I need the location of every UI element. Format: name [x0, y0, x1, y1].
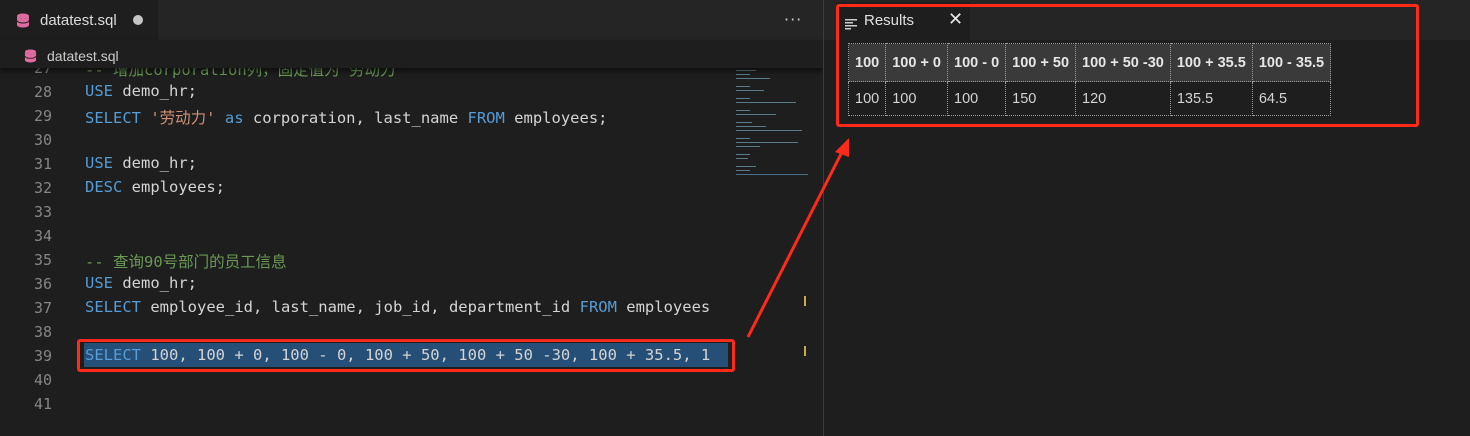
code-text: USE demo_hr;: [85, 154, 197, 172]
minimap[interactable]: [728, 68, 810, 436]
line-number: 33: [33, 203, 52, 221]
breadcrumb: datatest.sql: [0, 40, 823, 68]
code-token: demo_hr;: [113, 82, 197, 100]
unsaved-dot-icon[interactable]: [133, 15, 143, 25]
code-line[interactable]: 32 DESC employees;: [0, 176, 728, 200]
code-line[interactable]: 35 -- 查询90号部门的员工信息: [0, 248, 728, 272]
code-line[interactable]: 34: [0, 224, 728, 248]
code-token: employees: [616, 298, 711, 316]
line-number: 34: [33, 227, 52, 245]
code-token: USE: [85, 274, 113, 292]
tab-label: datatest.sql: [40, 12, 117, 29]
code-text: SELECT employee_id, last_name, job_id, d…: [85, 298, 710, 316]
code-line[interactable]: 31 USE demo_hr;: [0, 152, 728, 176]
code-token: as: [224, 109, 244, 127]
code-line[interactable]: 27 -- 增加corporation列，固定值为'劳动力': [0, 68, 728, 80]
code-token: FROM: [467, 109, 505, 127]
breadcrumb-file[interactable]: datatest.sql: [47, 48, 119, 64]
code-token: -- 查询90号部门的员工信息: [85, 253, 287, 271]
code-token: '劳动力': [150, 109, 216, 127]
code-token: SELECT: [85, 109, 141, 127]
code-token: employee_id, last_name, job_id, departme…: [141, 298, 580, 316]
line-number: 40: [33, 371, 52, 389]
code-editor[interactable]: 27 -- 增加corporation列，固定值为'劳动力' 28 USE demo_…: [0, 68, 728, 436]
code-token: USE: [85, 82, 113, 100]
code-token: employees;: [122, 178, 225, 196]
line-number: 38: [33, 323, 52, 341]
database-icon: [16, 13, 30, 32]
code-token: SELECT: [85, 298, 141, 316]
line-number: 41: [33, 395, 52, 413]
code-line[interactable]: 29 SELECT '劳动力' as corporation, last_name…: [0, 104, 728, 128]
code-line[interactable]: 30: [0, 128, 728, 152]
code-token: corporation, last_name: [243, 109, 468, 127]
line-number: 30: [33, 131, 52, 149]
scrollbar-marker: [804, 296, 806, 306]
results-highlight-box: [836, 4, 1419, 127]
code-text: -- 增加corporation列，固定值为'劳动力': [85, 68, 405, 80]
code-token: DESC: [85, 178, 123, 196]
line-number: 32: [33, 179, 52, 197]
code-line[interactable]: 41: [0, 392, 728, 416]
code-line[interactable]: 28 USE demo_hr;: [0, 80, 728, 104]
line-number: 29: [33, 107, 52, 125]
code-line[interactable]: 37 SELECT employee_id, last_name, job_id,…: [0, 296, 728, 320]
tab-datatest-sql[interactable]: datatest.sql: [0, 0, 158, 40]
code-token: USE: [85, 154, 113, 172]
code-text: USE demo_hr;: [85, 82, 197, 100]
code-line[interactable]: 33: [0, 200, 728, 224]
database-icon: [24, 48, 37, 67]
line-number: 31: [33, 155, 52, 173]
editor-tab-bar: datatest.sql ···: [0, 0, 823, 40]
line-number: 36: [33, 275, 52, 293]
line-number: 27: [33, 68, 52, 77]
line-number: 39: [33, 347, 52, 365]
editor-scrollbar[interactable]: [810, 68, 823, 436]
code-text: -- 查询90号部门的员工信息: [85, 250, 287, 272]
code-token: demo_hr;: [113, 274, 197, 292]
line-number: 37: [33, 299, 52, 317]
code-text: SELECT '劳动力' as corporation, last_name F…: [85, 106, 607, 128]
code-text: DESC employees;: [85, 178, 225, 196]
line-number: 28: [33, 83, 52, 101]
code-token: employees;: [504, 109, 608, 127]
line-number: 35: [33, 251, 52, 269]
more-actions-button[interactable]: ···: [784, 10, 802, 29]
scrollbar-marker: [804, 346, 806, 356]
code-token: demo_hr;: [113, 154, 197, 172]
code-text: USE demo_hr;: [85, 274, 197, 292]
query-highlight-box: [77, 339, 735, 372]
code-token: FROM: [579, 298, 617, 316]
code-token: -- 增加corporation列，固定值为'劳动力': [85, 68, 405, 79]
code-line[interactable]: 36 USE demo_hr;: [0, 272, 728, 296]
